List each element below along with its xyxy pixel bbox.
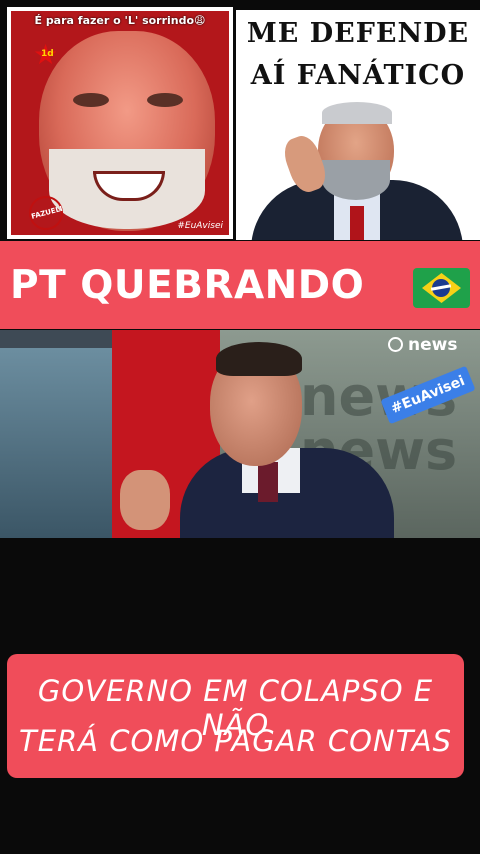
meme-left-watermark: #EuAvisei [177,221,223,231]
meme-left-caption: É para fazer o 'L' sorrindo😩 [34,14,206,27]
brazil-flag-icon [413,268,470,308]
caption-line-2: TERÁ COMO PAGAR CONTAS [18,724,452,758]
meme-left-image: É para fazer o 'L' sorrindo😩 ★ 1d FAZUEL… [7,7,233,239]
headline-text: PT QUEBRANDO [10,263,365,308]
caption-banner: GOVERNO EM COLAPSO E NÃO TERÁ COMO PAGAR… [7,654,464,778]
presenter-hand [120,470,170,530]
studio-screen [0,348,112,538]
meme-right-line-2: AÍ FANÁTICO [250,60,466,91]
red-tie [350,206,364,240]
presenter-hair [216,342,302,376]
meme-right-image: ME DEFENDE AÍ FANÁTICO [236,10,480,240]
meme-right-line-1: ME DEFENDE [246,18,470,49]
grey-hair [322,102,392,124]
grey-beard [322,160,390,200]
meme-left-photo: É para fazer o 'L' sorrindo😩 ★ 1d FAZUEL… [11,11,229,235]
news-video-frame[interactable]: news news [0,330,480,538]
star-badge-label: 1d [41,49,54,59]
left-eye [73,93,109,107]
channel-logo: news [408,335,458,355]
presenter-tie [258,462,278,502]
right-eye [147,93,183,107]
headline-banner: PT QUEBRANDO [0,241,480,329]
